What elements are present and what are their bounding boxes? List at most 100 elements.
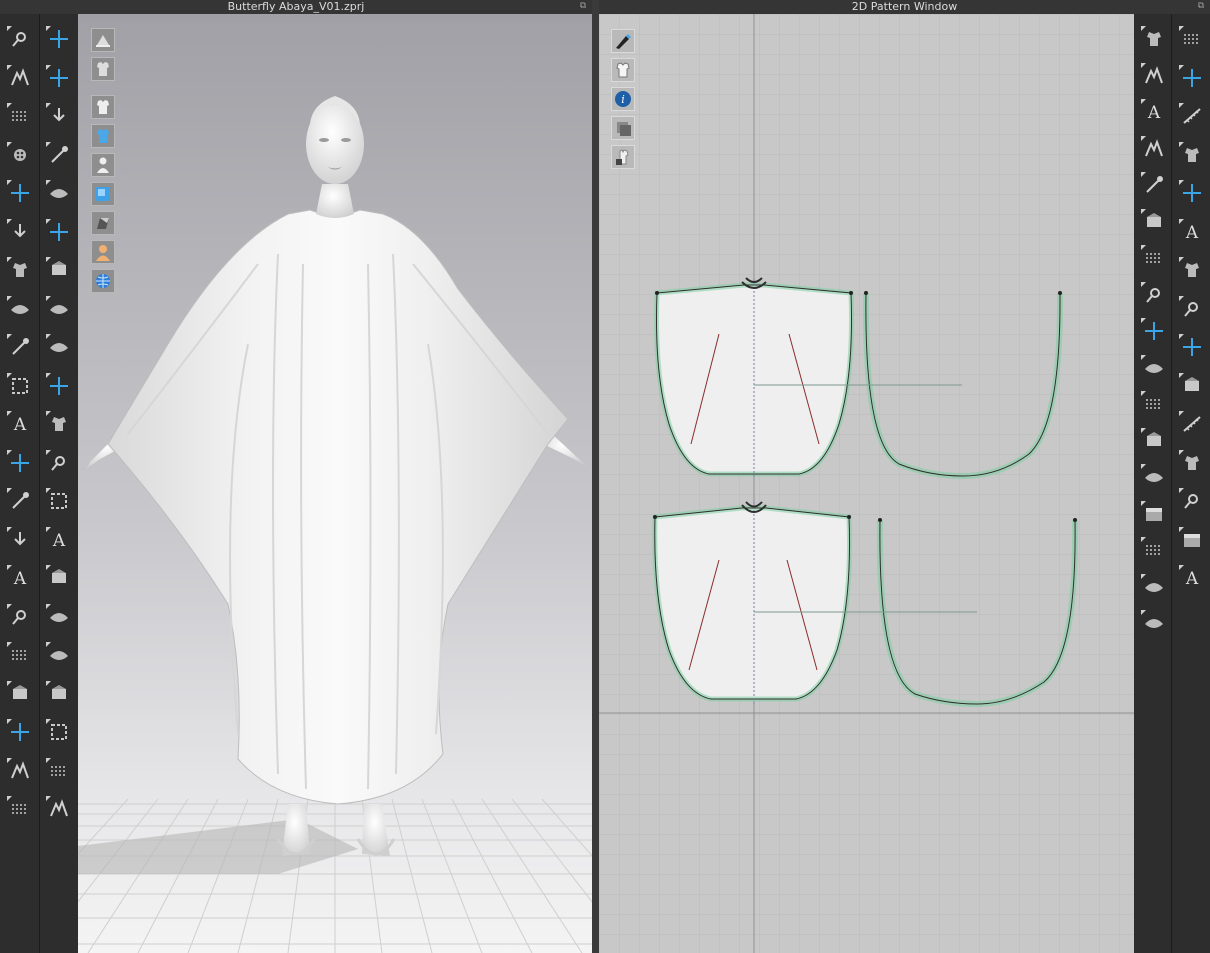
select-avatar-icon[interactable] xyxy=(46,103,72,129)
reset-icon[interactable] xyxy=(1179,64,1205,91)
add-layer-icon[interactable] xyxy=(1179,526,1205,553)
puckering-icon[interactable] xyxy=(7,295,33,322)
spring-icon[interactable] xyxy=(46,796,72,822)
raycast-pin-icon[interactable] xyxy=(7,372,33,399)
arrange-icon[interactable] xyxy=(1179,26,1205,52)
fabric-display-icon[interactable] xyxy=(91,28,115,52)
zipper-pull-icon[interactable] xyxy=(46,603,72,630)
info-icon[interactable]: i xyxy=(611,87,635,111)
bind-icon[interactable] xyxy=(46,411,72,437)
gray-block-icon[interactable] xyxy=(46,757,72,784)
popout-icon[interactable]: ⧉ xyxy=(578,1,588,11)
svg-text:A: A xyxy=(1147,103,1161,123)
strengthen-icon[interactable] xyxy=(46,180,72,206)
avatar-measure-icon[interactable] xyxy=(7,526,33,553)
layer-icon[interactable] xyxy=(611,116,635,140)
fold-icon[interactable] xyxy=(46,334,72,360)
mannequin-icon[interactable] xyxy=(46,295,72,322)
sewing-length-icon[interactable] xyxy=(1141,391,1167,417)
environment-icon[interactable] xyxy=(91,269,115,293)
segment-sewing-icon[interactable] xyxy=(1141,427,1167,454)
button-place-icon[interactable] xyxy=(46,449,72,476)
lock-garment-icon[interactable] xyxy=(611,145,635,169)
shade-icon[interactable] xyxy=(91,211,115,235)
line-trace-icon[interactable] xyxy=(1179,372,1205,399)
layer-clone-icon[interactable] xyxy=(7,449,33,476)
fitting-suit-icon[interactable]: A xyxy=(7,411,33,437)
avatar-pose-icon[interactable] xyxy=(7,642,33,668)
tape-measure-icon[interactable] xyxy=(7,680,33,707)
dart-sewing-icon[interactable] xyxy=(1179,141,1205,168)
grading-icon[interactable] xyxy=(1141,537,1167,563)
lock-button-icon[interactable]: A xyxy=(46,526,72,553)
figure-icon[interactable] xyxy=(1141,610,1167,636)
auto-sewing-icon[interactable] xyxy=(1141,573,1167,600)
avatar-neck xyxy=(316,184,354,218)
pattern-tool-icon[interactable] xyxy=(611,29,635,53)
garment-icon[interactable] xyxy=(611,58,635,82)
gradient-icon[interactable] xyxy=(46,719,72,745)
pattern-curve-icon[interactable] xyxy=(46,218,72,245)
zipper-slider-icon[interactable] xyxy=(46,565,72,591)
square-block-icon[interactable] xyxy=(46,680,72,707)
text-pattern-icon[interactable] xyxy=(1141,464,1167,490)
edit-curve-icon[interactable]: A xyxy=(1141,99,1167,125)
internal-polygon-icon[interactable] xyxy=(1141,208,1167,235)
avatar-shirt-icon[interactable] xyxy=(1179,334,1205,360)
elastic-icon[interactable] xyxy=(1179,488,1205,514)
shirt-fit-icon[interactable]: A xyxy=(1179,218,1205,245)
pattern-piece-front[interactable] xyxy=(654,277,854,479)
rectangle-icon[interactable] xyxy=(1141,172,1167,198)
garment-visible-icon[interactable] xyxy=(91,95,115,119)
fold-line-icon[interactable] xyxy=(1179,103,1205,129)
piping-icon[interactable] xyxy=(46,642,72,668)
knit-icon[interactable] xyxy=(1179,295,1205,322)
texture-view-icon[interactable] xyxy=(91,124,115,148)
measure-icon[interactable] xyxy=(46,372,72,399)
pattern-display-icon[interactable] xyxy=(91,57,115,81)
polygon-icon[interactable] xyxy=(1141,135,1167,162)
pin-icon[interactable] xyxy=(7,334,33,360)
tack-layer-icon[interactable] xyxy=(7,257,33,283)
trace-icon[interactable] xyxy=(1141,245,1167,271)
shirt-icon[interactable] xyxy=(7,796,33,822)
internal-rect-icon[interactable] xyxy=(1141,354,1167,381)
fold-pattern-icon[interactable] xyxy=(1141,318,1167,344)
select-move-icon[interactable] xyxy=(7,26,33,52)
fabric-stretch-icon[interactable] xyxy=(46,141,72,168)
text-edit-icon[interactable] xyxy=(1141,500,1167,527)
button-icon[interactable] xyxy=(7,603,33,630)
buttonhole-icon[interactable] xyxy=(46,488,72,514)
edit-pattern-icon[interactable] xyxy=(1141,26,1167,52)
avatar-visible-icon[interactable] xyxy=(91,153,115,177)
iron-icon[interactable] xyxy=(1179,180,1205,206)
pattern-canvas[interactable] xyxy=(599,14,1134,953)
zipper-icon[interactable]: A xyxy=(7,565,33,591)
spring-stitch-icon[interactable] xyxy=(1179,449,1205,476)
steam-icon[interactable] xyxy=(46,64,72,91)
transform-pattern-icon[interactable] xyxy=(7,64,33,91)
tack-pattern-icon[interactable] xyxy=(7,218,33,245)
arrangement-icon[interactable] xyxy=(46,257,72,283)
popout-icon[interactable]: ⧉ xyxy=(1196,1,1206,11)
dart-icon[interactable] xyxy=(1141,281,1167,308)
garment-fit-icon[interactable] xyxy=(7,488,33,514)
window-divider[interactable] xyxy=(592,0,599,953)
surface-icon[interactable] xyxy=(91,182,115,206)
fabric-fit-icon[interactable] xyxy=(1179,257,1205,283)
viewport-3d-canvas[interactable] xyxy=(78,14,592,953)
tack-icon[interactable] xyxy=(7,180,33,206)
transform-pattern-icon[interactable] xyxy=(1141,62,1167,89)
svg-text:A: A xyxy=(52,531,66,551)
pattern-piece-back[interactable] xyxy=(652,501,852,704)
select-mesh-icon[interactable] xyxy=(7,103,33,129)
fold-arrangement-icon[interactable] xyxy=(7,141,33,168)
puffer-icon[interactable]: A xyxy=(1179,565,1205,591)
viewport-3d[interactable] xyxy=(78,14,592,953)
line-icon[interactable] xyxy=(7,719,33,745)
pattern-window[interactable]: i xyxy=(599,14,1134,953)
avatar-skin-icon[interactable] xyxy=(91,240,115,264)
dashed-line-icon[interactable] xyxy=(1179,411,1205,437)
top-garment-icon[interactable] xyxy=(7,757,33,784)
simulation-icon[interactable] xyxy=(46,26,72,52)
